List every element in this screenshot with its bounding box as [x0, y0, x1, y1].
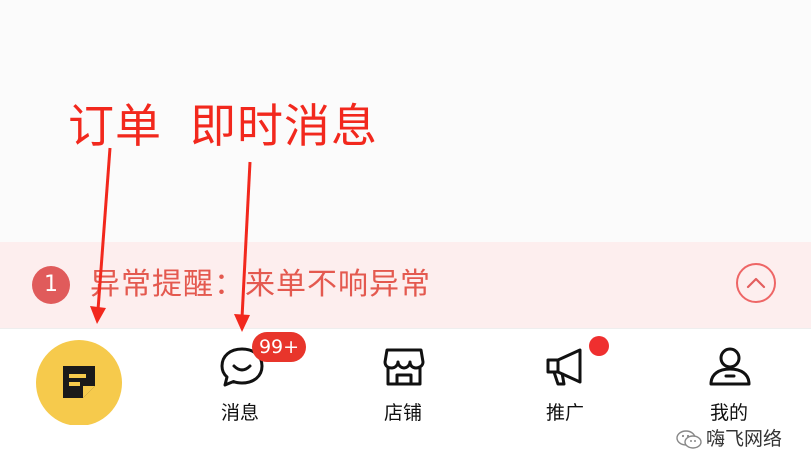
arrow-head-messages — [234, 314, 250, 332]
watermark-text: 嗨飞网络 — [706, 428, 783, 450]
arrow-head-orders — [90, 306, 106, 324]
annotation-arrows — [90, 147, 252, 332]
arrow-to-messages — [240, 161, 252, 319]
arrow-to-orders — [96, 147, 112, 311]
wechat-icon — [676, 430, 702, 449]
